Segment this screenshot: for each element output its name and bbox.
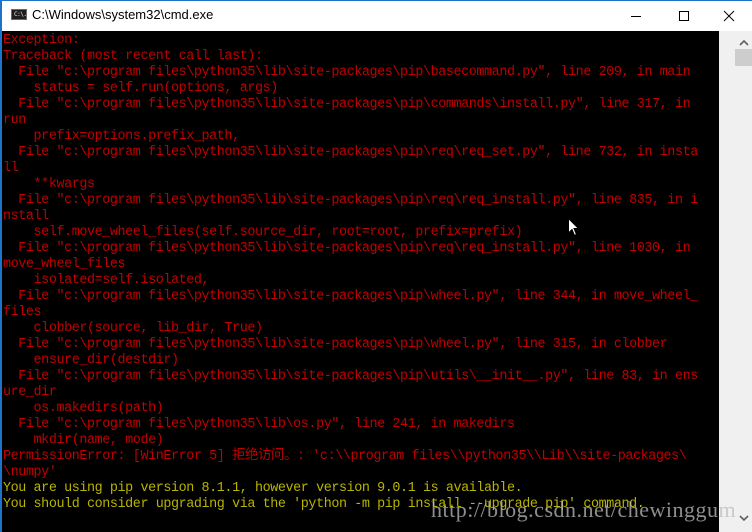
window-title: C:\Windows\system32\cmd.exe bbox=[32, 7, 214, 22]
console-line: File "c:\program files\python35\lib\site… bbox=[3, 193, 698, 208]
console-line: Exception: bbox=[3, 33, 80, 48]
maximize-icon bbox=[679, 10, 689, 21]
console-output[interactable]: Exception: Traceback (most recent call la… bbox=[2, 31, 719, 532]
console-line: clobber(source, lib_dir, True) bbox=[3, 321, 263, 336]
console-line: File "c:\program files\python35\lib\site… bbox=[3, 369, 698, 384]
console-line: File "c:\program files\python35\lib\site… bbox=[3, 145, 698, 160]
scrollbar-gutter bbox=[719, 31, 735, 532]
console-line: nstall bbox=[3, 209, 49, 224]
close-icon bbox=[723, 10, 735, 21]
console-line: File "c:\program files\python35\lib\os.p… bbox=[3, 417, 515, 432]
mouse-cursor-icon bbox=[568, 218, 580, 237]
chevron-up-icon bbox=[738, 39, 749, 46]
chevron-down-icon bbox=[738, 515, 749, 522]
window-border-top bbox=[0, 0, 752, 1]
vertical-scrollbar[interactable] bbox=[735, 31, 752, 532]
console-line: File "c:\program files\python35\lib\site… bbox=[3, 241, 691, 256]
window-border bbox=[0, 0, 2, 532]
minimize-button[interactable] bbox=[613, 0, 659, 31]
watermark: http://blog.csdn.net/chewinggum bbox=[431, 497, 737, 522]
close-button[interactable] bbox=[706, 0, 752, 31]
console-line: run bbox=[3, 113, 26, 128]
cmd-icon: C:\. bbox=[11, 9, 27, 20]
maximize-button[interactable] bbox=[661, 0, 707, 31]
console-line: File "c:\program files\python35\lib\site… bbox=[3, 65, 691, 80]
console-line: self.move_wheel_files(self.source_dir, r… bbox=[3, 225, 523, 240]
console-line: ll bbox=[3, 161, 19, 176]
console-line: ure_dir bbox=[3, 385, 57, 400]
console-line: File "c:\program files\python35\lib\site… bbox=[3, 289, 698, 304]
console-line: ensure_dir(destdir) bbox=[3, 353, 179, 368]
console-line: os.makedirs(path) bbox=[3, 401, 164, 416]
console-line: files bbox=[3, 305, 42, 320]
cmd-icon-text: C:\. bbox=[14, 11, 27, 18]
scroll-thumb[interactable] bbox=[735, 49, 752, 66]
console-line: You are using pip version 8.1.1, however… bbox=[3, 481, 523, 496]
console-line: File "c:\program files\python35\lib\site… bbox=[3, 97, 691, 112]
console-line: Traceback (most recent call last): bbox=[3, 49, 263, 64]
console-line: File "c:\program files\python35\lib\site… bbox=[3, 337, 668, 352]
console-line: **kwargs bbox=[3, 177, 96, 192]
console-line: status = self.run(options, args) bbox=[3, 81, 279, 96]
cmd-window: C:\. C:\Windows\system32\cmd.exe Excepti… bbox=[0, 0, 752, 532]
scroll-down-button[interactable] bbox=[735, 514, 752, 526]
console-line: isolated=self.isolated, bbox=[3, 273, 210, 288]
title-bar[interactable]: C:\. C:\Windows\system32\cmd.exe bbox=[0, 0, 752, 31]
console-line: mkdir(name, mode) bbox=[3, 433, 164, 448]
console-line: \numpy' bbox=[3, 465, 57, 480]
console-line: PermissionError: [WinError 5] 拒绝访问。: 'c:… bbox=[3, 449, 687, 464]
minimize-icon bbox=[631, 15, 641, 17]
console-line: prefix=options.prefix_path, bbox=[3, 129, 241, 144]
console-line: move_wheel_files bbox=[3, 257, 126, 272]
